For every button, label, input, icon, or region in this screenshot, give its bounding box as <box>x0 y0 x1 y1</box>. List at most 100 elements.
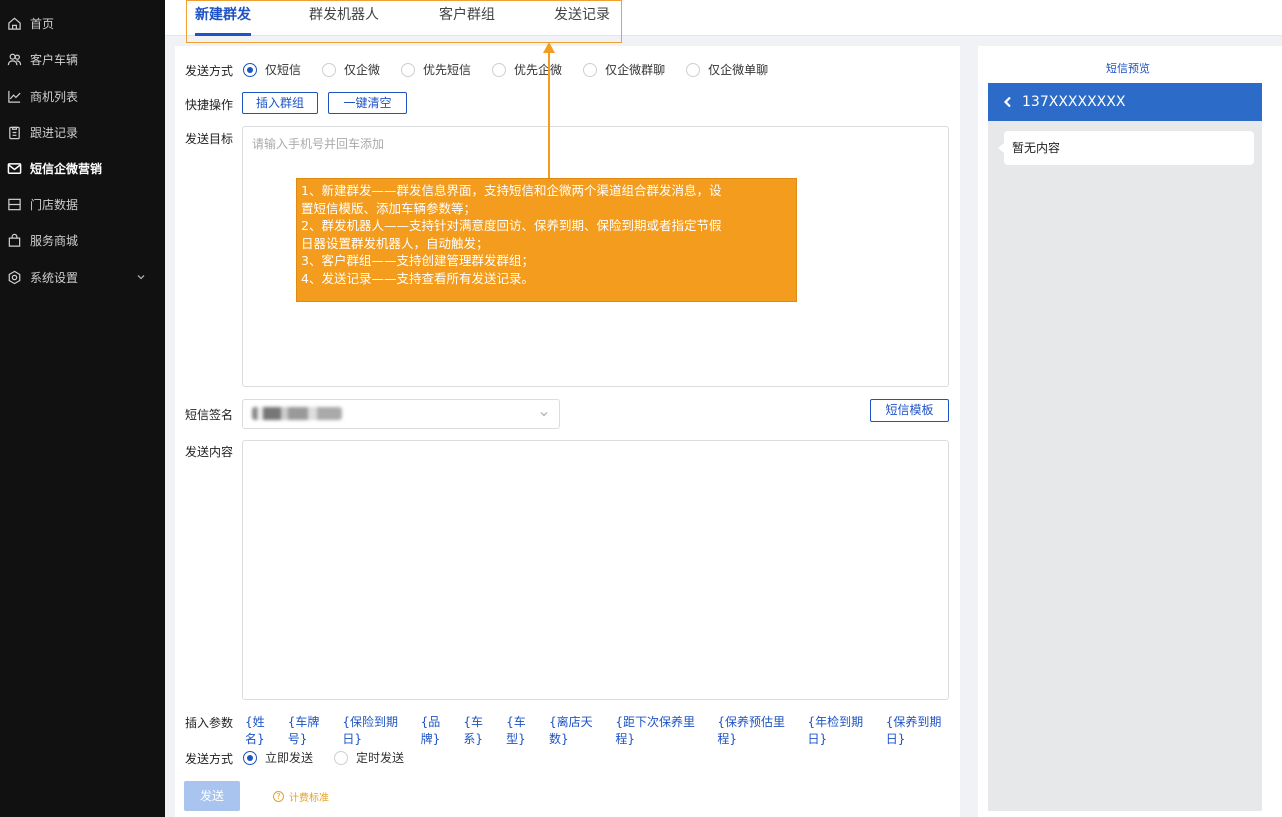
param-brand[interactable]: {品牌} <box>421 713 460 747</box>
radio-dot <box>492 62 507 77</box>
phone-header: 137XXXXXXXX <box>988 83 1262 121</box>
sidebar-item-customer-vehicles[interactable]: 客户车辆 <box>0 41 165 77</box>
annotation-line: 1、新建群发——群发信息界面，支持短信和企微两个渠道组合群发消息，设 <box>301 183 722 198</box>
fee-standard-label: 计费标准 <box>289 793 329 804</box>
sms-preview-panel: 短信预览 137XXXXXXXX 暂无内容 <box>978 46 1282 817</box>
params-label: 插入参数 <box>185 716 234 730</box>
question-circle-icon: ? <box>273 791 284 802</box>
annotation-callout: 1、新建群发——群发信息界面，支持短信和企微两个渠道组合群发消息，设 置短信模版… <box>296 178 797 302</box>
fee-standard-link[interactable]: ? 计费标准 <box>273 789 329 804</box>
chevron-down-icon <box>539 408 549 418</box>
param-days-since-visit[interactable]: {离店天数} <box>549 713 611 747</box>
sidebar-item-label: 客户车辆 <box>30 52 79 67</box>
sms-template-button[interactable]: 短信模板 <box>870 399 949 422</box>
radio-dot <box>322 62 337 77</box>
radio-sms-first[interactable]: 优先短信 <box>401 61 471 78</box>
params-list: {姓名} {车牌号} {保险到期日} {品牌} {车系} {车型} {离店天数}… <box>245 713 960 747</box>
annotation-line: 2、群发机器人——支持针对满意度回访、保养到期、保险到期或者指定节假 <box>301 218 722 233</box>
param-insurance-expiry[interactable]: {保险到期日} <box>342 713 416 747</box>
home-icon <box>6 15 22 31</box>
radio-wecom-single-chat[interactable]: 仅企微单聊 <box>686 61 768 78</box>
table-icon <box>6 196 22 212</box>
annotation-line: 置短信模版、添加车辆参数等； <box>301 200 477 216</box>
radio-label: 仅短信 <box>265 63 302 77</box>
preview-title: 短信预览 <box>1106 62 1150 75</box>
sidebar-item-label: 门店数据 <box>30 197 79 212</box>
send-target-label: 发送目标 <box>185 132 234 146</box>
radio-label: 仅企微群聊 <box>605 63 666 77</box>
param-estimated-service-mileage[interactable]: {保养预估里程} <box>717 713 803 747</box>
chevron-left-icon[interactable] <box>1002 96 1014 108</box>
tab-customer-groups[interactable]: 客户群组 <box>439 0 495 36</box>
content-textarea[interactable] <box>242 440 949 700</box>
sidebar-item-sms-marketing[interactable]: 短信企微营销 <box>0 150 165 186</box>
sidebar-item-follow-up[interactable]: 跟进记录 <box>0 114 165 150</box>
param-name[interactable]: {姓名} <box>245 713 284 747</box>
sidebar-item-system-settings[interactable]: 系统设置 <box>0 259 165 295</box>
radio-dot <box>583 62 598 77</box>
annotation-line: 日器设置群发机器人，自动触发； <box>301 235 489 251</box>
phone-message-area: 暂无内容 <box>988 121 1262 811</box>
radio-label: 仅企微 <box>344 63 381 77</box>
phone-number: 137XXXXXXXX <box>1022 94 1126 110</box>
radio-label: 定时发送 <box>356 751 405 765</box>
sidebar-item-label: 系统设置 <box>30 270 79 285</box>
sidebar-item-label: 商机列表 <box>30 89 79 104</box>
tab-bar: 新建群发 群发机器人 客户群组 发送记录 <box>165 0 1282 36</box>
send-mode-radio-group: 仅短信 仅企微 优先短信 优先企微 仅企微群聊 仅企微单聊 <box>243 61 768 78</box>
radio-dot <box>243 62 257 77</box>
sidebar-item-label: 跟进记录 <box>30 125 79 140</box>
radio-wecom-group-chat[interactable]: 仅企微群聊 <box>583 61 665 78</box>
sidebar-item-label: 服务商城 <box>30 233 79 248</box>
radio-wecom-only[interactable]: 仅企微 <box>322 61 380 78</box>
signature-value-redacted <box>252 407 342 420</box>
send-button[interactable]: 发送 <box>184 781 240 811</box>
param-next-service-mileage[interactable]: {距下次保养里程} <box>615 713 713 747</box>
signature-select[interactable] <box>242 399 560 429</box>
clipboard-icon <box>6 124 22 140</box>
sidebar-item-label: 短信企微营销 <box>30 161 103 176</box>
sidebar-item-store-data[interactable]: 门店数据 <box>0 186 165 222</box>
chevron-down-icon <box>136 271 146 281</box>
shopping-bag-icon <box>6 232 22 248</box>
annotation-line: 4、发送记录——支持查看所有发送记录。 <box>301 270 534 286</box>
radio-label: 优先企微 <box>514 63 563 77</box>
message-bubble: 暂无内容 <box>998 131 1254 165</box>
radio-sms-only[interactable]: 仅短信 <box>243 61 301 78</box>
radio-wecom-first[interactable]: 优先企微 <box>492 61 562 78</box>
tab-broadcast-robot[interactable]: 群发机器人 <box>309 0 379 36</box>
users-icon <box>6 51 22 67</box>
param-model[interactable]: {车型} <box>506 713 545 747</box>
signature-label: 短信签名 <box>185 408 234 422</box>
trend-chart-icon <box>6 88 22 104</box>
param-series[interactable]: {车系} <box>463 713 502 747</box>
param-inspection-expiry[interactable]: {年检到期日} <box>807 713 881 747</box>
radio-label: 仅企微单聊 <box>708 63 769 77</box>
sidebar-item-service-mall[interactable]: 服务商城 <box>0 222 165 258</box>
param-plate[interactable]: {车牌号} <box>288 713 339 747</box>
insert-group-button[interactable]: 插入群组 <box>242 92 318 114</box>
sidebar-item-home[interactable]: 首页 <box>0 5 165 41</box>
tab-send-records[interactable]: 发送记录 <box>554 0 610 36</box>
mail-icon <box>6 160 22 176</box>
radio-dot <box>401 62 416 77</box>
timing-label: 发送方式 <box>185 752 234 766</box>
broadcast-form: 发送方式 仅短信 仅企微 优先短信 优先企微 仅企微群聊 仅企微单聊 快捷操作 … <box>175 46 960 817</box>
radio-send-now[interactable]: 立即发送 <box>243 749 313 766</box>
radio-dot <box>686 62 701 77</box>
settings-icon <box>6 269 22 285</box>
timing-radio-group: 立即发送 定时发送 <box>243 749 404 766</box>
clear-all-button[interactable]: 一键清空 <box>328 92 407 114</box>
radio-dot <box>334 750 349 765</box>
radio-label: 立即发送 <box>265 751 314 765</box>
radio-scheduled-send[interactable]: 定时发送 <box>334 749 404 766</box>
annotation-arrow-head <box>543 42 555 53</box>
send-mode-label: 发送方式 <box>185 64 234 78</box>
sidebar-item-opportunities[interactable]: 商机列表 <box>0 78 165 114</box>
sidebar-item-label: 首页 <box>30 16 55 31</box>
send-target-placeholder: 请输入手机号并回车添加 <box>252 137 385 151</box>
radio-label: 优先短信 <box>423 63 472 77</box>
tab-new-broadcast[interactable]: 新建群发 <box>195 0 251 36</box>
radio-dot <box>243 750 257 765</box>
param-service-expiry[interactable]: {保养到期日} <box>886 713 960 747</box>
